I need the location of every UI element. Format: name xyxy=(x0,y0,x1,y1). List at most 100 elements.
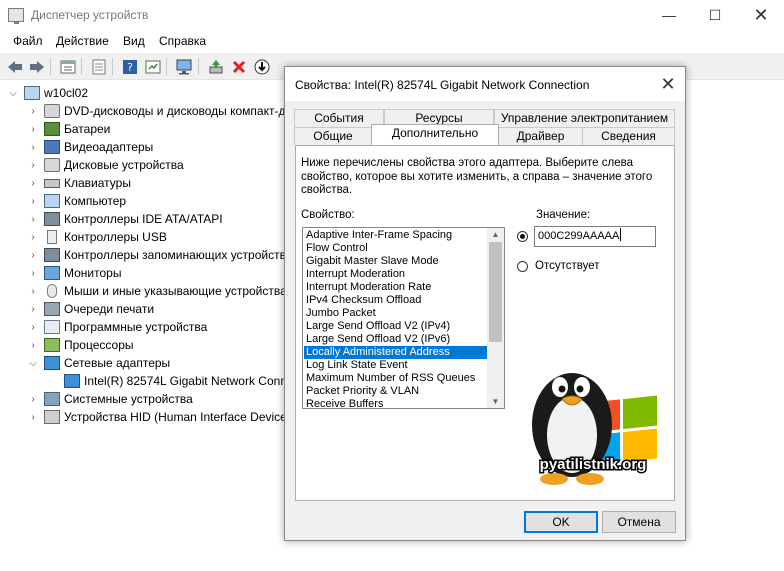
property-item[interactable]: Interrupt Moderation Rate xyxy=(304,281,489,294)
tree-item-print-queues[interactable]: › Очереди печати xyxy=(28,300,154,318)
chevron-right-icon[interactable]: › xyxy=(28,142,38,153)
property-item[interactable]: Jumbo Packet xyxy=(304,307,489,320)
penguin-watermark-image: pyatilistnik.org xyxy=(514,351,672,499)
value-radio[interactable] xyxy=(517,231,528,242)
chevron-right-icon[interactable]: › xyxy=(28,106,38,117)
tab-driver[interactable]: Драйвер xyxy=(498,127,583,145)
chevron-right-icon[interactable]: › xyxy=(28,394,38,405)
close-button[interactable]: ✕ xyxy=(738,0,784,31)
menu-view[interactable]: Вид xyxy=(123,34,145,48)
printer-icon xyxy=(44,302,60,316)
tab-details[interactable]: Сведения xyxy=(582,127,675,145)
chevron-right-icon[interactable]: › xyxy=(28,214,38,225)
tab-general[interactable]: Общие xyxy=(294,127,372,145)
ok-button[interactable]: OK xyxy=(524,511,598,533)
text-caret xyxy=(620,228,622,241)
property-item-selected[interactable]: Locally Administered Address xyxy=(304,346,489,359)
tree-item-system[interactable]: › Системные устройства xyxy=(28,390,193,408)
tree-item-ide[interactable]: › Контроллеры IDE ATA/ATAPI xyxy=(28,210,223,228)
update-driver-icon[interactable] xyxy=(206,57,225,76)
tree-item-network[interactable]: ⌵ Сетевые адаптеры xyxy=(28,354,170,372)
property-label: Свойство: xyxy=(301,209,355,221)
tree-item-usb[interactable]: › Контроллеры USB xyxy=(28,228,167,246)
property-item[interactable]: Large Send Offload V2 (IPv4) xyxy=(304,320,489,333)
list-icon[interactable] xyxy=(89,57,108,76)
property-item[interactable]: Receive Buffers xyxy=(304,398,489,408)
chevron-right-icon[interactable]: › xyxy=(28,250,38,261)
menu-help[interactable]: Справка xyxy=(159,34,206,48)
tree-item-intel-nic[interactable]: Intel(R) 82574L Gigabit Network Conne xyxy=(64,372,294,390)
tree-item-video[interactable]: › Видеоадаптеры xyxy=(28,138,153,156)
properties-icon[interactable] xyxy=(58,57,77,76)
usb-icon xyxy=(47,230,57,244)
property-item[interactable]: Maximum Number of RSS Queues xyxy=(304,372,489,385)
chevron-down-icon[interactable]: ⌵ xyxy=(28,358,38,369)
property-item[interactable]: Log Link State Event xyxy=(304,359,489,372)
tree-item-computer[interactable]: › Компьютер xyxy=(28,192,126,210)
property-item[interactable]: Packet Priority & VLAN xyxy=(304,385,489,398)
menu-action[interactable]: Действие xyxy=(56,34,109,48)
chevron-right-icon[interactable]: › xyxy=(28,196,38,207)
menu-bar: Файл Действие Вид Справка xyxy=(0,31,784,52)
scroll-down-icon[interactable]: ▼ xyxy=(487,395,504,408)
view-icon[interactable] xyxy=(143,57,162,76)
panel-description: Ниже перечислены свойства этого адаптера… xyxy=(301,157,653,196)
tree-item-batteries[interactable]: › Батареи xyxy=(28,120,110,138)
property-item[interactable]: Large Send Offload V2 (IPv6) xyxy=(304,333,489,346)
listbox-scrollbar[interactable]: ▲ ▼ xyxy=(487,228,504,408)
window-title: Диспетчер устройств xyxy=(31,8,149,22)
chevron-right-icon[interactable]: › xyxy=(28,178,38,189)
chevron-right-icon[interactable]: › xyxy=(28,286,38,297)
value-label: Значение: xyxy=(536,209,591,221)
scroll-up-icon[interactable]: ▲ xyxy=(487,228,504,241)
chevron-right-icon[interactable]: › xyxy=(28,232,38,243)
chevron-right-icon[interactable]: › xyxy=(28,412,38,423)
uninstall-icon[interactable] xyxy=(229,57,248,76)
tree-item-label: DVD-дисководы и дисководы компакт-д xyxy=(64,104,286,118)
system-device-icon xyxy=(44,392,60,406)
tree-item-hid[interactable]: › Устройства HID (Human Interface Device… xyxy=(28,408,293,426)
property-item[interactable]: Interrupt Moderation xyxy=(304,268,489,281)
chevron-right-icon[interactable]: › xyxy=(28,322,38,333)
dialog-titlebar: Свойства: Intel(R) 82574L Gigabit Networ… xyxy=(285,67,685,101)
watermark-text: pyatilistnik.org xyxy=(540,456,647,473)
chevron-right-icon[interactable]: › xyxy=(28,268,38,279)
monitor-icon[interactable] xyxy=(174,57,193,76)
tree-root-label: w10cl02 xyxy=(44,86,89,100)
forward-arrow-icon[interactable] xyxy=(27,57,46,76)
tab-advanced[interactable]: Дополнительно xyxy=(371,124,499,145)
tab-power-management[interactable]: Управление электропитанием xyxy=(494,109,675,127)
property-item[interactable]: Gigabit Master Slave Mode xyxy=(304,255,489,268)
minimize-button[interactable]: — xyxy=(646,0,692,31)
property-item[interactable]: IPv4 Checksum Offload xyxy=(304,294,489,307)
dialog-title: Свойства: Intel(R) 82574L Gigabit Networ… xyxy=(295,78,590,92)
chevron-right-icon[interactable]: › xyxy=(28,304,38,315)
absent-radio[interactable] xyxy=(517,261,528,272)
cancel-button[interactable]: Отмена xyxy=(602,511,676,533)
tree-item-keyboards[interactable]: › Клавиатуры xyxy=(28,174,131,192)
property-listbox[interactable]: Adaptive Inter-Frame Spacing Flow Contro… xyxy=(302,227,505,409)
tree-item-storage[interactable]: › Контроллеры запоминающих устройств xyxy=(28,246,286,264)
tree-item-mice[interactable]: › Мыши и иные указывающие устройства xyxy=(28,282,287,300)
tree-item-disks[interactable]: › Дисковые устройства xyxy=(28,156,184,174)
menu-file[interactable]: Файл xyxy=(13,34,43,48)
tree-item-software[interactable]: › Программные устройства xyxy=(28,318,207,336)
value-input[interactable]: 000C299AAAAA xyxy=(534,226,656,247)
maximize-button[interactable]: ☐ xyxy=(692,0,738,31)
chevron-right-icon[interactable]: › xyxy=(28,340,38,351)
chevron-down-icon[interactable]: ⌵ xyxy=(8,88,18,99)
property-item[interactable]: Adaptive Inter-Frame Spacing xyxy=(304,229,489,242)
tree-item-dvd[interactable]: › DVD-дисководы и дисководы компакт-д xyxy=(28,102,285,120)
chevron-right-icon[interactable]: › xyxy=(28,160,38,171)
tree-item-monitors[interactable]: › Мониторы xyxy=(28,264,121,282)
property-item[interactable]: Flow Control xyxy=(304,242,489,255)
chevron-right-icon[interactable]: › xyxy=(28,124,38,135)
scrollbar-thumb[interactable] xyxy=(489,242,502,342)
help-icon[interactable]: ? xyxy=(120,57,139,76)
back-arrow-icon[interactable] xyxy=(5,57,24,76)
download-icon[interactable] xyxy=(252,57,271,76)
tree-item-processors[interactable]: › Процессоры xyxy=(28,336,134,354)
tree-root[interactable]: ⌵ w10cl02 xyxy=(8,84,88,102)
disk-drive-icon xyxy=(44,158,60,172)
dialog-close-button[interactable]: ✕ xyxy=(651,67,685,101)
